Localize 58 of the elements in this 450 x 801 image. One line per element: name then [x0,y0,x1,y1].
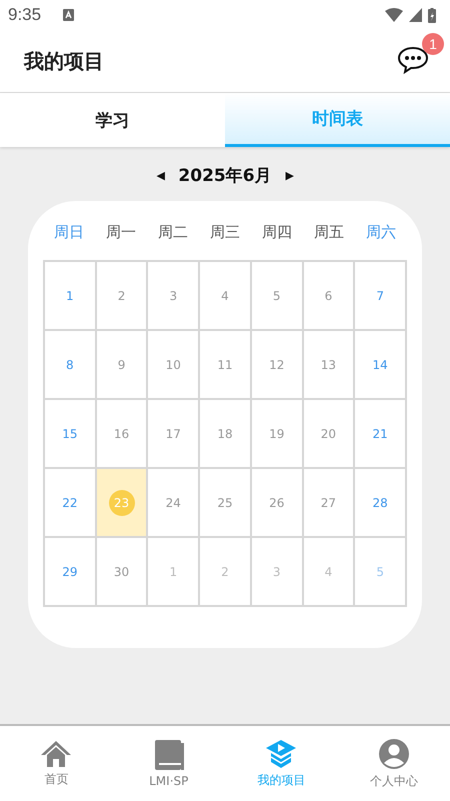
calendar-day[interactable]: 5 [252,262,304,331]
page-title: 我的项目 [24,48,105,74]
previous-month-button[interactable]: ◀ [156,168,164,182]
messages-button[interactable]: 1 [396,33,444,77]
status-time: 9:35 [8,5,42,25]
calendar-day[interactable]: 25 [200,469,252,538]
calendar-day[interactable]: 30 [96,538,148,607]
user-icon [378,738,410,770]
calendar-day[interactable]: 3 [252,538,304,607]
keyboard-indicator-icon [63,9,74,21]
calendar-day[interactable]: 9 [96,331,148,400]
calendar-day[interactable]: 10 [148,331,200,400]
calendar-day[interactable]: 27 [304,469,356,538]
calendar-day[interactable]: 14 [355,331,407,400]
calendar-day[interactable]: 4 [200,262,252,331]
calendar-day[interactable]: 28 [355,469,407,538]
calendar-day[interactable]: 7 [355,262,407,331]
calendar-day[interactable]: 13 [304,331,356,400]
calendar-day[interactable]: 8 [45,331,97,400]
weekday-label: 周四 [261,223,293,242]
calendar-day[interactable]: 11 [200,331,252,400]
weekday-label: 周六 [365,223,397,242]
calendar-day[interactable]: 1 [148,538,200,607]
next-month-button[interactable]: ▶ [286,168,294,182]
calendar-day[interactable]: 17 [148,400,200,469]
calendar-day[interactable]: 26 [252,469,304,538]
weekday-label: 周日 [53,223,85,242]
wifi-icon [385,8,403,22]
calendar-day[interactable]: 2 [200,538,252,607]
notification-badge: 1 [422,33,444,55]
calendar-day[interactable]: 15 [45,400,97,469]
calendar-day[interactable]: 12 [252,331,304,400]
calendar-day[interactable]: 3 [148,262,200,331]
calendar-day[interactable]: 29 [45,538,97,607]
home-icon [40,740,72,768]
battery-icon [428,8,436,22]
weekday-label: 周二 [157,223,189,242]
calendar-day[interactable]: 20 [304,400,356,469]
calendar-day[interactable]: 4 [304,538,356,607]
calendar-day[interactable]: 18 [200,400,252,469]
chat-bubble-icon [397,45,429,75]
tab[interactable]: 学习 [0,93,225,147]
calendar-day[interactable]: 23 [96,469,148,538]
calendar-day[interactable]: 19 [252,400,304,469]
tab[interactable]: 时间表 [225,93,450,147]
graduation-cap-icon [265,738,298,768]
calendar-day[interactable]: 21 [355,400,407,469]
month-label: 2025年6月 [178,164,272,186]
calendar-day[interactable]: 1 [45,262,97,331]
calendar-day[interactable]: 5 [355,538,407,607]
calendar-day[interactable]: 2 [96,262,148,331]
signal-icon [409,8,422,22]
book-icon [154,739,184,771]
calendar-day[interactable]: 6 [304,262,356,331]
calendar-day[interactable]: 24 [148,469,200,538]
weekday-label: 周三 [209,223,241,242]
weekday-label: 周一 [105,223,137,242]
weekday-label: 周五 [313,223,345,242]
